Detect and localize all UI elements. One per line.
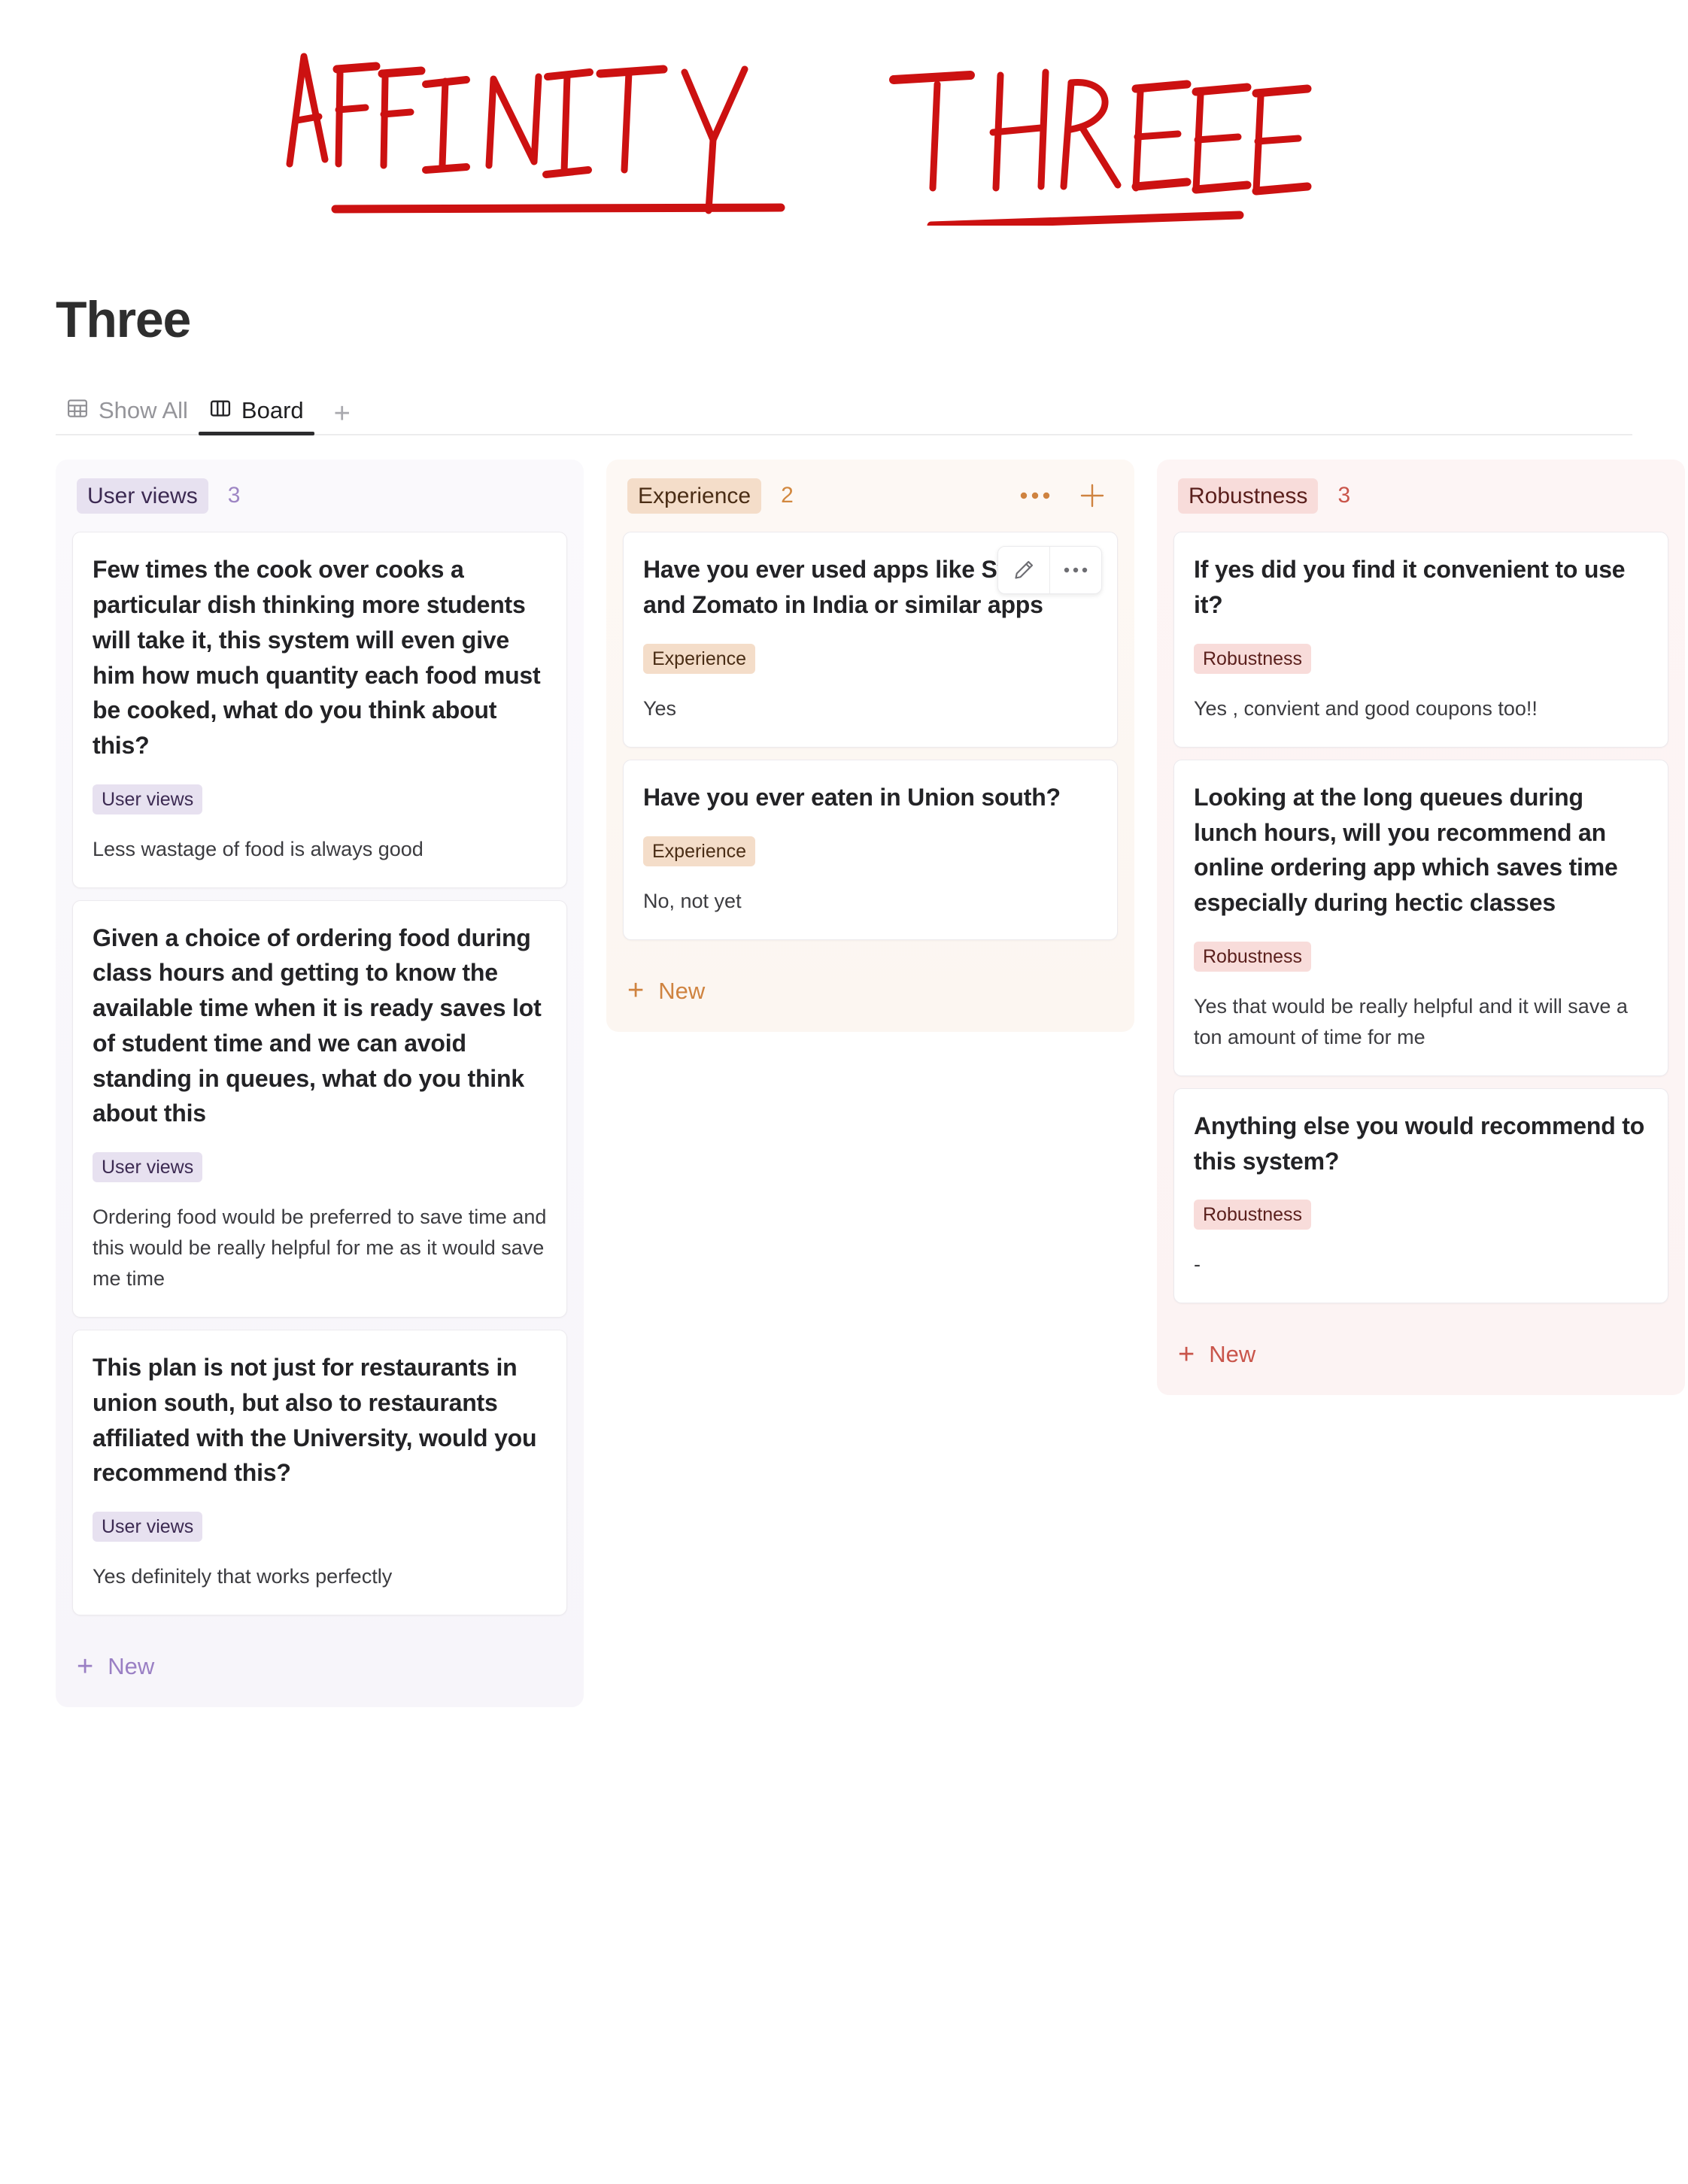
card-tag: User views: [93, 1152, 203, 1183]
column-card-list: If yes did you find it convenient to use…: [1157, 532, 1685, 1304]
column-header-actions: [1019, 481, 1113, 511]
add-card-button[interactable]: + New: [606, 952, 1134, 1021]
card-answer: Yes , convient and good coupons too!!: [1194, 696, 1538, 720]
plus-icon: +: [77, 1650, 94, 1682]
board-column-experience: Experience 2 Have you ever used apps lik…: [606, 460, 1134, 1032]
card-title: If yes did you find it convenient to use…: [1194, 556, 1626, 619]
board-card[interactable]: Have you ever used apps like Swiggy and …: [623, 532, 1118, 748]
column-card-count: 3: [1337, 483, 1351, 508]
board-page: Three Show All Board + User views 3 Few …: [0, 248, 1688, 1708]
add-card-label: New: [658, 977, 706, 1004]
board-column-robustness: Robustness 3 If yes did you find it conv…: [1157, 460, 1685, 1396]
pencil-icon[interactable]: [998, 547, 1049, 593]
tab-show-all-label: Show All: [99, 397, 188, 424]
card-tag: Experience: [643, 643, 756, 674]
board-column-user-views: User views 3 Few times the cook over coo…: [56, 460, 584, 1708]
board-card[interactable]: Looking at the long queues during lunch …: [1173, 759, 1668, 1076]
board-card[interactable]: Given a choice of ordering food during c…: [72, 899, 567, 1318]
card-tag: Experience: [643, 836, 756, 866]
card-answer: -: [1194, 1253, 1201, 1276]
card-title: Looking at the long queues during lunch …: [1194, 783, 1618, 917]
plus-icon: +: [627, 975, 645, 1007]
card-title: This plan is not just for restaurants in…: [93, 1354, 537, 1487]
card-title: Have you ever eaten in Union south?: [643, 783, 1061, 811]
card-answer: No, not yet: [643, 889, 742, 912]
column-card-count: 3: [227, 483, 241, 508]
card-answer: Yes definitely that works perfectly: [93, 1565, 393, 1588]
card-title: Anything else you would recommend to thi…: [1194, 1112, 1645, 1175]
add-card-button[interactable]: + New: [1157, 1315, 1685, 1385]
board-card[interactable]: Anything else you would recommend to thi…: [1173, 1087, 1668, 1304]
column-title-badge[interactable]: User views: [77, 478, 208, 514]
view-tabbar: Show All Board +: [56, 387, 1632, 436]
card-answer: Ordering food would be preferred to save…: [93, 1206, 547, 1291]
card-hover-toolbar: [997, 546, 1102, 595]
column-card-count: 2: [781, 483, 794, 508]
column-header-user-views: User views 3: [56, 460, 584, 532]
column-more-options-icon[interactable]: [1019, 490, 1052, 502]
column-card-list: Have you ever used apps like Swiggy and …: [606, 532, 1134, 940]
card-tag: Robustness: [1194, 643, 1312, 674]
column-card-list: Few times the cook over cooks a particul…: [56, 532, 584, 1616]
tab-board[interactable]: Board: [198, 397, 314, 436]
add-card-label: New: [108, 1653, 155, 1680]
board-card[interactable]: This plan is not just for restaurants in…: [72, 1330, 567, 1616]
column-title-badge[interactable]: Experience: [627, 478, 762, 514]
board-columns: User views 3 Few times the cook over coo…: [56, 460, 1685, 1708]
column-add-card-icon[interactable]: [1077, 481, 1107, 511]
board-card[interactable]: If yes did you find it convenient to use…: [1173, 532, 1668, 748]
column-title-badge[interactable]: Robustness: [1178, 478, 1319, 514]
card-tag: User views: [93, 1512, 203, 1542]
handwritten-annotation: [286, 53, 1312, 226]
tab-show-all[interactable]: Show All: [56, 397, 199, 434]
column-header-experience: Experience 2: [606, 460, 1134, 532]
add-card-label: New: [1209, 1341, 1256, 1368]
card-answer: Yes that would be really helpful and it …: [1194, 994, 1628, 1048]
page-title: Three: [56, 291, 191, 348]
board-card[interactable]: Have you ever eaten in Union south? Expe…: [623, 759, 1118, 940]
board-columns-icon: [209, 397, 232, 423]
tab-board-label: Board: [241, 397, 304, 424]
card-tag: User views: [93, 784, 203, 814]
table-grid-icon: [66, 397, 89, 423]
add-card-button[interactable]: + New: [56, 1627, 584, 1697]
board-card[interactable]: Few times the cook over cooks a particul…: [72, 532, 567, 888]
column-header-robustness: Robustness 3: [1157, 460, 1685, 532]
card-title: Given a choice of ordering food during c…: [93, 924, 542, 1127]
plus-icon: +: [1178, 1338, 1195, 1370]
card-answer: Yes: [643, 696, 677, 720]
card-answer: Less wastage of food is always good: [93, 837, 424, 860]
card-tag: Robustness: [1194, 941, 1312, 972]
card-tag: Robustness: [1194, 1200, 1312, 1230]
ellipsis-icon[interactable]: [1049, 547, 1101, 594]
card-title: Few times the cook over cooks a particul…: [93, 556, 541, 759]
add-view-button[interactable]: +: [314, 399, 364, 435]
